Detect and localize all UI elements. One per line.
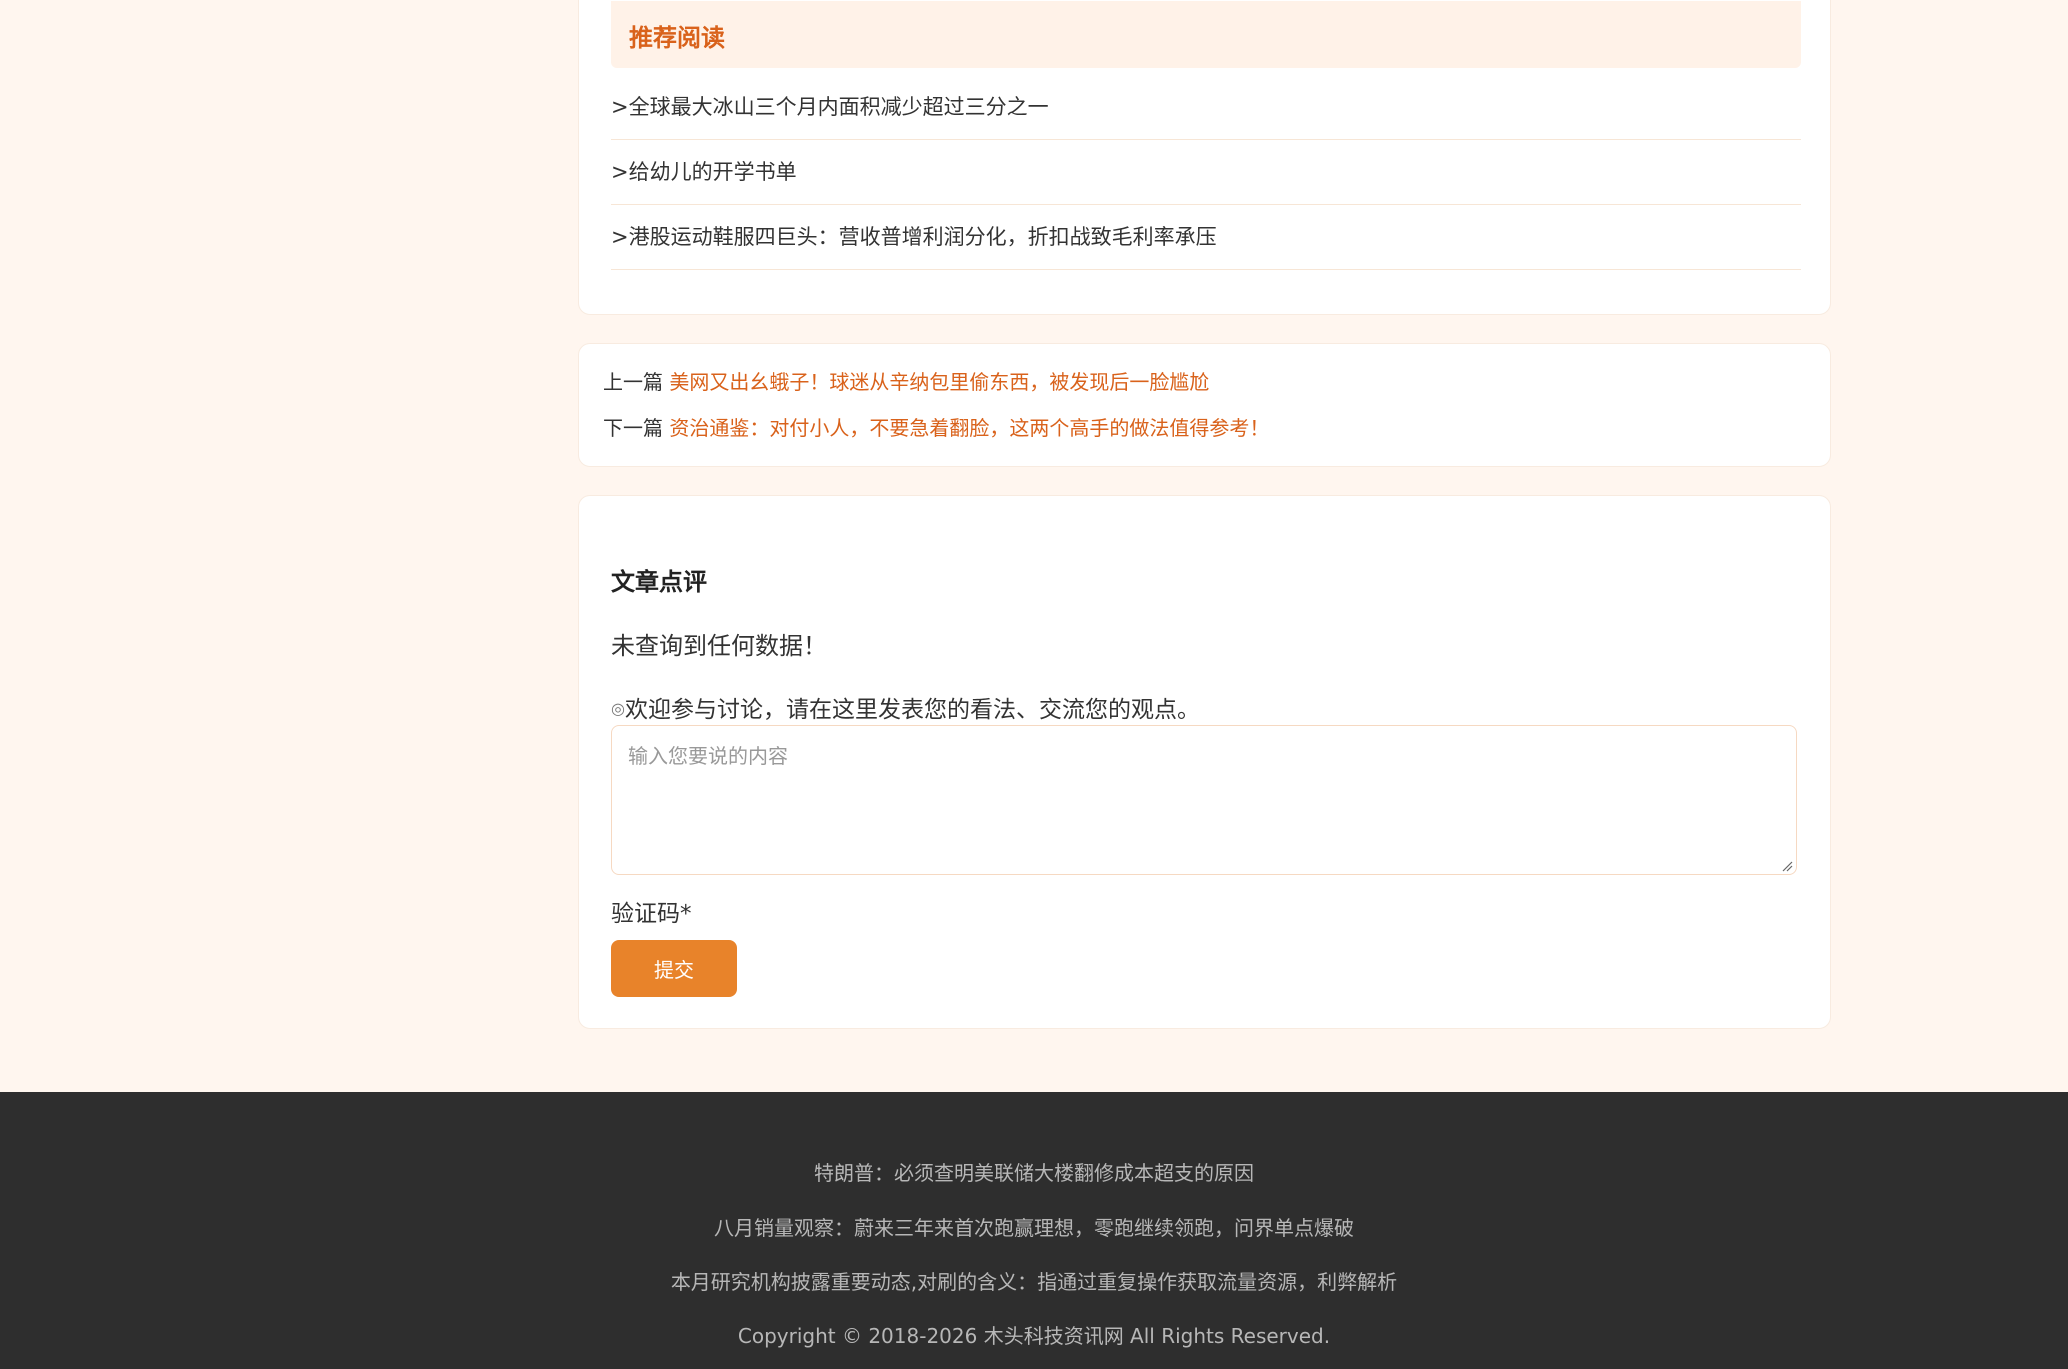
comment-section-title: 文章点评: [611, 568, 707, 596]
bullet-circle-icon: ◎: [611, 699, 625, 718]
captcha-label: 验证码*: [611, 901, 692, 927]
recommended-reading-title: 推荐阅读: [629, 24, 725, 52]
next-article-row: 下一篇 资治通鉴：对付小人，不要急着翻脸，这两个高手的做法值得参考！: [603, 413, 1269, 443]
recommended-item[interactable]: >港股运动鞋服四巨头：营收普增利润分化，折扣战致毛利率承压: [611, 205, 1801, 270]
submit-button[interactable]: 提交: [611, 940, 737, 997]
next-article-link[interactable]: 资治通鉴：对付小人，不要急着翻脸，这两个高手的做法值得参考！: [669, 416, 1269, 440]
prev-article-row: 上一篇 美网又出幺蛾子！球迷从辛纳包里偷东西，被发现后一脸尴尬: [603, 367, 1209, 397]
resize-grip-icon[interactable]: [1781, 860, 1793, 872]
footer-copyright: Copyright © 2018-2026 木头科技资讯网 All Rights…: [737, 1324, 1331, 1348]
footer-link[interactable]: 八月销量观察：蔚来三年来首次跑赢理想，零跑继续领跑，问界单点爆破: [0, 1213, 2068, 1243]
comment-card: 文章点评 未查询到任何数据！ ◎欢迎参与讨论，请在这里发表您的看法、交流您的观点…: [578, 495, 1831, 1029]
recommended-reading-header: 推荐阅读: [611, 1, 1801, 68]
comment-empty-message: 未查询到任何数据！: [611, 632, 827, 660]
next-article-label: 下一篇: [603, 416, 663, 440]
footer-link[interactable]: 本月研究机构披露重要动态,对刷的含义：指通过重复操作获取流量资源，利弊解析: [0, 1267, 2068, 1297]
recommended-reading-card: 推荐阅读 >全球最大冰山三个月内面积减少超过三分之一 >给幼儿的开学书单 >港股…: [578, 0, 1831, 315]
recommended-item[interactable]: >全球最大冰山三个月内面积减少超过三分之一: [611, 75, 1801, 140]
comment-textarea[interactable]: [611, 725, 1797, 875]
recommended-item[interactable]: >给幼儿的开学书单: [611, 140, 1801, 205]
footer-link[interactable]: 特朗普：必须查明美联储大楼翻修成本超支的原因: [0, 1158, 2068, 1188]
page: 推荐阅读 >全球最大冰山三个月内面积减少超过三分之一 >给幼儿的开学书单 >港股…: [0, 0, 2068, 1369]
prev-article-link[interactable]: 美网又出幺蛾子！球迷从辛纳包里偷东西，被发现后一脸尴尬: [669, 370, 1209, 394]
footer: 特朗普：必须查明美联储大楼翻修成本超支的原因 八月销量观察：蔚来三年来首次跑赢理…: [0, 1092, 2068, 1369]
article-navigation-card: 上一篇 美网又出幺蛾子！球迷从辛纳包里偷东西，被发现后一脸尴尬 下一篇 资治通鉴…: [578, 343, 1831, 467]
comment-hint: ◎欢迎参与讨论，请在这里发表您的看法、交流您的观点。: [611, 690, 1200, 724]
comment-hint-text: 欢迎参与讨论，请在这里发表您的看法、交流您的观点。: [624, 697, 1200, 723]
prev-article-label: 上一篇: [603, 370, 663, 394]
